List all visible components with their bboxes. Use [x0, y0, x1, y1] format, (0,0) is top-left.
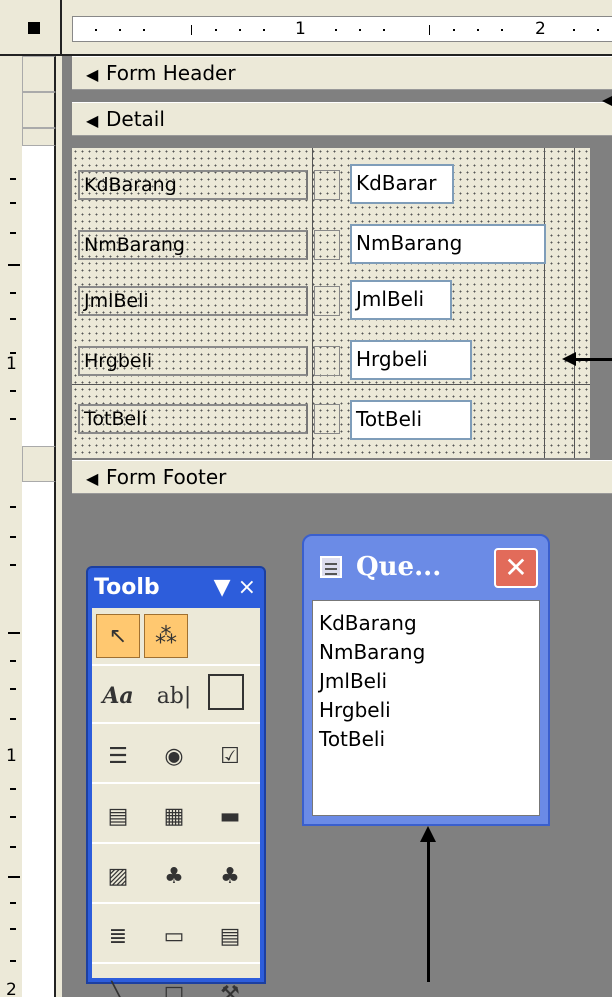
form-footer-label: Form Footer: [106, 465, 227, 489]
arrow-left-icon: [602, 94, 612, 108]
textbox-nmbarang[interactable]: NmBarang: [350, 224, 546, 264]
field-list-item[interactable]: KdBarang: [319, 609, 533, 638]
tab-control-icon[interactable]: ▭: [152, 914, 196, 958]
list-box-icon[interactable]: ▦: [152, 794, 196, 838]
form-header-bar[interactable]: ◀ Form Header: [72, 56, 612, 90]
close-icon[interactable]: ✕: [494, 548, 538, 588]
detail-label: Detail: [106, 107, 165, 131]
section-arrow-icon: ◀: [86, 111, 99, 130]
arrow-left-icon: [562, 352, 576, 366]
textbox-jmlbeli[interactable]: JmlBeli: [350, 280, 452, 320]
form-header-label: Form Header: [106, 61, 236, 85]
label-nmbarang[interactable]: NmBarang: [78, 230, 308, 260]
detail-section-grid[interactable]: KdBarang KdBarar NmBarang NmBarang JmlBe…: [72, 148, 590, 458]
label-icon[interactable]: Aa: [96, 674, 140, 718]
field-list-title: Que...: [356, 552, 442, 582]
textbox-icon[interactable]: ab|: [152, 674, 196, 718]
header-section-selector[interactable]: [22, 56, 56, 92]
header-ruler-segment: [22, 92, 56, 128]
line-icon[interactable]: ╲: [96, 972, 140, 997]
vruler-mark-1b: 1: [6, 746, 17, 766]
vruler-mark-2: 2: [6, 980, 17, 997]
subform-icon[interactable]: ▤: [208, 914, 252, 958]
field-list: KdBarang NmBarang JmlBeli Hrgbeli TotBel…: [312, 600, 540, 816]
field-list-item[interactable]: Hrgbeli: [319, 696, 533, 725]
more-controls-icon[interactable]: ⚒: [208, 972, 252, 997]
close-icon[interactable]: ×: [238, 575, 256, 600]
vertical-ruler[interactable]: 1 1 2: [0, 56, 62, 997]
toolbox-titlebar[interactable]: Toolb ▼ ×: [88, 568, 264, 608]
move-handle[interactable]: [314, 404, 340, 434]
footer-ruler-segment: [22, 482, 56, 997]
control-wizards-icon[interactable]: ⁂: [144, 614, 188, 658]
section-arrow-icon: ◀: [86, 469, 99, 488]
rectangle-icon[interactable]: □: [152, 972, 196, 997]
label-jmlbeli[interactable]: JmlBeli: [78, 286, 308, 316]
move-handle[interactable]: [314, 170, 340, 200]
field-list-item[interactable]: NmBarang: [319, 638, 533, 667]
form-design-surface[interactable]: ◀ Form Header ◀ Detail KdBarang KdBarar Nm…: [62, 56, 612, 997]
form-selector[interactable]: [0, 0, 62, 56]
dropdown-icon[interactable]: ▼: [214, 575, 231, 600]
textbox-kdbarang[interactable]: KdBarar: [350, 164, 454, 204]
unbound-object-frame-icon[interactable]: ♣: [152, 854, 196, 898]
bound-object-frame-icon[interactable]: ♣: [208, 854, 252, 898]
vruler-mark-1: 1: [6, 354, 17, 374]
option-group-icon[interactable]: [208, 674, 244, 710]
move-handle[interactable]: [314, 286, 340, 316]
toggle-button-icon[interactable]: ☰: [96, 734, 140, 778]
option-button-icon[interactable]: ◉: [152, 734, 196, 778]
command-button-icon[interactable]: ▬: [208, 794, 252, 838]
footer-section-selector[interactable]: [22, 446, 56, 482]
arrow-line: [427, 842, 430, 982]
toolbox-window[interactable]: Toolb ▼ × ↖ ⁂ Aa ab| ☰ ◉ ☑ ▤ ▦ ▬ ▨ ♣ ♣ ≣…: [86, 566, 266, 997]
ruler-mark-2: 2: [535, 19, 546, 39]
combo-box-icon[interactable]: ▤: [96, 794, 140, 838]
move-handle[interactable]: [314, 346, 340, 376]
checkbox-icon[interactable]: ☑: [208, 734, 252, 778]
detail-bar[interactable]: ◀ Detail: [72, 102, 612, 136]
toolbox-body: ↖ ⁂ Aa ab| ☰ ◉ ☑ ▤ ▦ ▬ ▨ ♣ ♣ ≣ ▭ ▤ ╲ □ ⚒: [92, 608, 260, 997]
page-break-icon[interactable]: ≣: [96, 914, 140, 958]
label-totbeli[interactable]: TotBeli: [78, 404, 308, 434]
form-selector-square: [28, 22, 40, 34]
field-list-item[interactable]: TotBeli: [319, 725, 533, 754]
textbox-hrgbeli[interactable]: Hrgbeli: [350, 340, 472, 380]
label-hrgbeli[interactable]: Hrgbeli: [78, 346, 308, 376]
field-list-titlebar[interactable]: Que... ✕: [304, 536, 548, 598]
toolbox-title: Toolb: [94, 575, 160, 600]
form-footer-bar[interactable]: ◀ Form Footer: [72, 460, 612, 494]
arrow-up-icon: [420, 826, 436, 842]
field-list-item[interactable]: JmlBeli: [319, 667, 533, 696]
textbox-totbeli[interactable]: TotBeli: [350, 400, 472, 440]
horizontal-ruler[interactable]: 1 2: [62, 0, 612, 56]
select-objects-icon[interactable]: ↖: [96, 614, 140, 658]
query-icon: [320, 556, 342, 578]
detail-section-selector[interactable]: [22, 128, 56, 146]
field-list-window[interactable]: Que... ✕ KdBarang NmBarang JmlBeli Hrgbe…: [302, 534, 550, 826]
ruler-mark-1: 1: [295, 19, 306, 39]
detail-ruler-segment: [22, 146, 56, 446]
section-arrow-icon: ◀: [86, 65, 99, 84]
move-handle[interactable]: [314, 230, 340, 260]
label-kdbarang[interactable]: KdBarang: [78, 170, 308, 200]
arrow-line: [570, 358, 612, 361]
ruler-strip: 1 2: [72, 16, 612, 42]
image-icon[interactable]: ▨: [96, 854, 140, 898]
